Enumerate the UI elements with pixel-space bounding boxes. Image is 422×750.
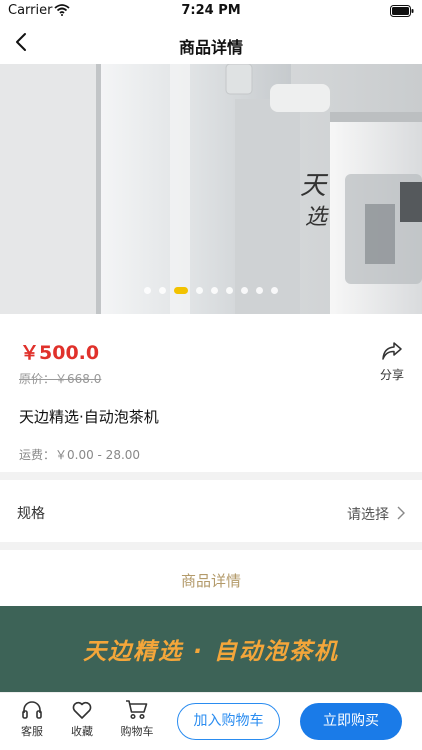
current-price: ￥500.0 [20, 342, 100, 364]
heart-icon [72, 701, 92, 719]
customer-service-button[interactable]: 客服 [10, 699, 54, 745]
share-button[interactable]: 分享 [376, 340, 408, 382]
buy-now-button[interactable]: 立即购买 [300, 703, 402, 740]
status-time: 7:24 PM [181, 3, 241, 18]
status-bar: Carrier 7:24 PM [0, 0, 422, 22]
product-image-carousel[interactable]: 天 选 [0, 64, 422, 314]
product-name: 天边精选·自动泡茶机 [19, 408, 159, 426]
page-title: 商品详情 [178, 38, 243, 57]
carousel-dot[interactable] [271, 287, 278, 294]
svg-text:选: 选 [305, 205, 329, 230]
detail-section-title: 商品详情 [180, 572, 241, 590]
favorite-button[interactable]: 收藏 [60, 699, 104, 745]
carousel-dot[interactable] [226, 287, 233, 294]
spec-selector[interactable]: 规格 请选择 [0, 480, 422, 542]
chevron-right-icon [397, 506, 405, 520]
shipping-fee: 运费：￥0.00 - 28.00 [19, 448, 141, 462]
add-to-cart-button[interactable]: 加入购物车 [177, 703, 280, 740]
carousel-dot[interactable] [196, 287, 203, 294]
battery-icon [390, 5, 414, 17]
carousel-dot-active[interactable] [174, 287, 188, 294]
carousel-dot[interactable] [144, 287, 151, 294]
cart-button[interactable]: 购物车 [115, 699, 159, 745]
detail-banner-image: 天边精选 · 自动泡茶机 [0, 606, 422, 692]
spec-value: 请选择 [347, 507, 389, 523]
carousel-indicator [0, 287, 422, 294]
product-photo: 天 选 [0, 64, 422, 314]
share-icon [382, 342, 402, 360]
cart-label: 购物车 [120, 725, 154, 738]
product-info-card: ￥500.0 原价：￥668.0 分享 天边精选·自动泡茶机 运费：￥0.00 … [0, 314, 422, 472]
favorite-label: 收藏 [71, 725, 93, 738]
carousel-dot[interactable] [211, 287, 218, 294]
svg-text:天: 天 [300, 171, 329, 201]
cart-icon [126, 700, 148, 720]
bottom-action-bar: 客服 收藏 购物车 加入购物车 立即购买 [0, 692, 422, 750]
spec-label: 规格 [17, 506, 45, 522]
nav-bar: 商品详情 [0, 22, 422, 64]
carousel-dot[interactable] [256, 287, 263, 294]
banner-text: 天边精选 · 自动泡茶机 [83, 639, 339, 665]
carousel-dot[interactable] [241, 287, 248, 294]
customer-service-label: 客服 [21, 725, 43, 738]
detail-section-header: 商品详情 [0, 550, 422, 606]
headset-icon [22, 701, 42, 719]
carousel-dot[interactable] [159, 287, 166, 294]
share-label: 分享 [379, 368, 404, 382]
original-price: 原价：￥668.0 [19, 372, 102, 386]
